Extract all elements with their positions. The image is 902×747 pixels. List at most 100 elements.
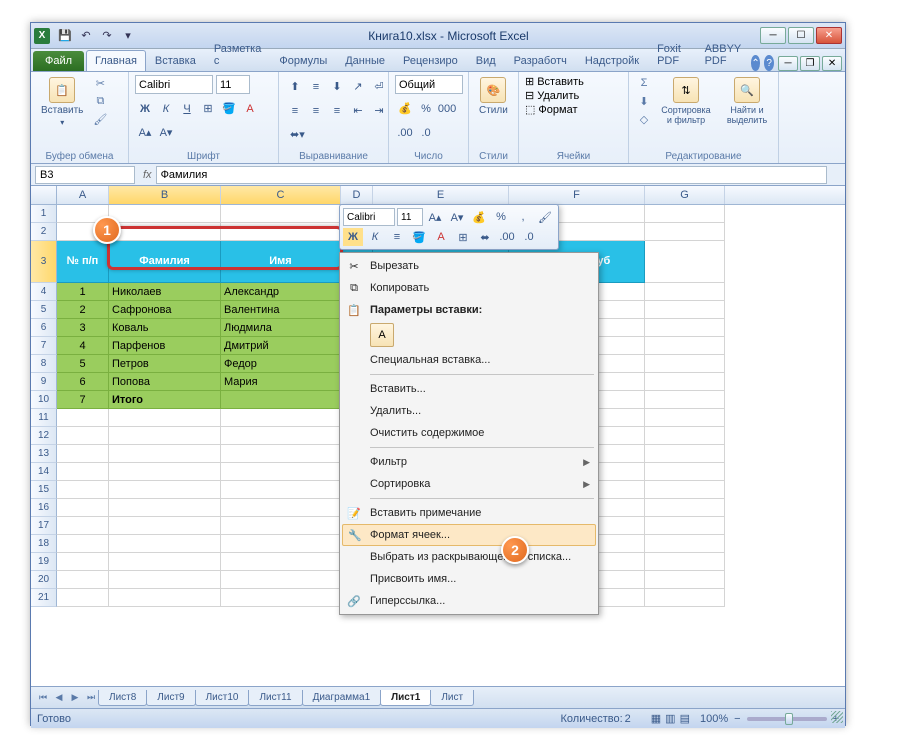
- row-header[interactable]: 6: [31, 319, 57, 337]
- row-header[interactable]: 12: [31, 427, 57, 445]
- cell[interactable]: [109, 517, 221, 535]
- col-header-b[interactable]: B: [109, 186, 221, 204]
- wrap-text-button[interactable]: ⏎: [369, 77, 389, 96]
- row-header[interactable]: 17: [31, 517, 57, 535]
- cell[interactable]: [645, 571, 725, 589]
- paste-option-values[interactable]: А: [370, 323, 394, 347]
- formula-bar[interactable]: Фамилия: [156, 166, 827, 184]
- mini-comma-icon[interactable]: ,: [513, 208, 533, 226]
- cell[interactable]: [645, 409, 725, 427]
- col-header-f[interactable]: F: [509, 186, 645, 204]
- row-header[interactable]: 15: [31, 481, 57, 499]
- shrink-font-button[interactable]: A▾: [156, 123, 176, 142]
- align-center-button[interactable]: ≡: [306, 101, 326, 120]
- spreadsheet-grid[interactable]: A B C D E F G 123№ п/пФамилияИмяСумма за…: [31, 186, 845, 686]
- mini-decimal-inc-icon[interactable]: .00: [497, 228, 517, 246]
- decrease-indent-button[interactable]: ⇤: [348, 101, 368, 120]
- mini-format-painter-icon[interactable]: 🖌: [535, 208, 555, 226]
- cell[interactable]: [645, 205, 725, 223]
- cell[interactable]: [109, 205, 221, 223]
- mini-font-size[interactable]: 11: [397, 208, 423, 226]
- fill-color-button[interactable]: 🪣: [219, 99, 239, 118]
- increase-indent-button[interactable]: ⇥: [369, 101, 389, 120]
- cm-cut[interactable]: ✂Вырезать: [342, 255, 596, 277]
- cell[interactable]: [221, 463, 341, 481]
- cell[interactable]: [645, 223, 725, 241]
- name-box[interactable]: B3: [35, 166, 135, 184]
- clear-icon[interactable]: ◇: [635, 111, 653, 127]
- col-header-e[interactable]: E: [373, 186, 509, 204]
- cell[interactable]: [645, 535, 725, 553]
- border-button[interactable]: ⊞: [198, 99, 218, 118]
- cm-comment[interactable]: 📝Вставить примечание: [342, 502, 596, 524]
- sheet-tab-active[interactable]: Лист1: [380, 690, 431, 706]
- maximize-button[interactable]: ☐: [788, 27, 814, 44]
- align-left-button[interactable]: ≡: [285, 101, 305, 120]
- cell[interactable]: [221, 535, 341, 553]
- sheet-nav-next[interactable]: ▶: [67, 690, 83, 706]
- col-header-c[interactable]: C: [221, 186, 341, 204]
- row-header[interactable]: 1: [31, 205, 57, 223]
- cell[interactable]: [645, 553, 725, 571]
- view-normal-icon[interactable]: ▦: [651, 712, 661, 725]
- fx-icon[interactable]: fx: [143, 169, 152, 181]
- cm-define-name[interactable]: Присвоить имя...: [342, 568, 596, 590]
- cell[interactable]: Федор: [221, 355, 341, 373]
- col-header-d[interactable]: D: [341, 186, 373, 204]
- close-button[interactable]: ✕: [816, 27, 842, 44]
- mini-font-color-icon[interactable]: А: [431, 228, 451, 246]
- cell[interactable]: Итого: [109, 391, 221, 409]
- mini-merge-icon[interactable]: ⬌: [475, 228, 495, 246]
- cell[interactable]: Дмитрий: [221, 337, 341, 355]
- align-top-button[interactable]: ⬆: [285, 77, 305, 96]
- cell[interactable]: [57, 445, 109, 463]
- align-middle-button[interactable]: ≡: [306, 77, 326, 96]
- cell[interactable]: [109, 481, 221, 499]
- cell[interactable]: Валентина: [221, 301, 341, 319]
- insert-cells-button[interactable]: Вставить: [537, 76, 584, 88]
- row-header[interactable]: 8: [31, 355, 57, 373]
- cm-format-cells[interactable]: 🔧Формат ячеек...: [342, 524, 596, 546]
- percent-button[interactable]: %: [416, 99, 436, 118]
- cell[interactable]: [57, 499, 109, 517]
- cell[interactable]: 3: [57, 319, 109, 337]
- mini-bold-button[interactable]: Ж: [343, 228, 363, 246]
- row-header[interactable]: 4: [31, 283, 57, 301]
- italic-button[interactable]: К: [156, 99, 176, 118]
- cell[interactable]: [645, 241, 725, 283]
- cell[interactable]: Мария: [221, 373, 341, 391]
- font-name-select[interactable]: Calibri: [135, 75, 213, 94]
- mini-shrink-font-icon[interactable]: A▾: [447, 208, 467, 226]
- sheet-nav-first[interactable]: ⏮: [35, 690, 51, 706]
- cell[interactable]: [645, 445, 725, 463]
- sheet-nav-prev[interactable]: ◀: [51, 690, 67, 706]
- sheet-tab[interactable]: Лист8: [98, 690, 147, 706]
- cell[interactable]: [221, 571, 341, 589]
- cell[interactable]: [221, 517, 341, 535]
- row-header[interactable]: 5: [31, 301, 57, 319]
- find-select-button[interactable]: 🔍Найти и выделить: [719, 75, 775, 127]
- cell[interactable]: [57, 481, 109, 499]
- orientation-button[interactable]: ↗: [348, 77, 368, 96]
- cell[interactable]: [57, 463, 109, 481]
- mini-grow-font-icon[interactable]: A▴: [425, 208, 445, 226]
- cell[interactable]: [57, 553, 109, 571]
- doc-minimize-button[interactable]: ─: [778, 56, 798, 71]
- mini-decimal-dec-icon[interactable]: .0: [519, 228, 539, 246]
- cell[interactable]: Парфенов: [109, 337, 221, 355]
- merge-button[interactable]: ⬌▾: [285, 125, 310, 144]
- grow-font-button[interactable]: A▴: [135, 123, 155, 142]
- sheet-tab[interactable]: Лист11: [248, 690, 302, 706]
- cell[interactable]: [109, 571, 221, 589]
- increase-decimal-button[interactable]: .00: [395, 123, 415, 142]
- cell[interactable]: [645, 283, 725, 301]
- cell[interactable]: [221, 499, 341, 517]
- copy-icon[interactable]: ⧉: [91, 93, 109, 109]
- decrease-decimal-button[interactable]: .0: [416, 123, 436, 142]
- cm-paste-special[interactable]: Специальная вставка...: [342, 349, 596, 371]
- cell[interactable]: № п/п: [57, 241, 109, 283]
- cm-delete[interactable]: Удалить...: [342, 400, 596, 422]
- underline-button[interactable]: Ч: [177, 99, 197, 118]
- cell[interactable]: [221, 445, 341, 463]
- zoom-slider[interactable]: [747, 717, 827, 721]
